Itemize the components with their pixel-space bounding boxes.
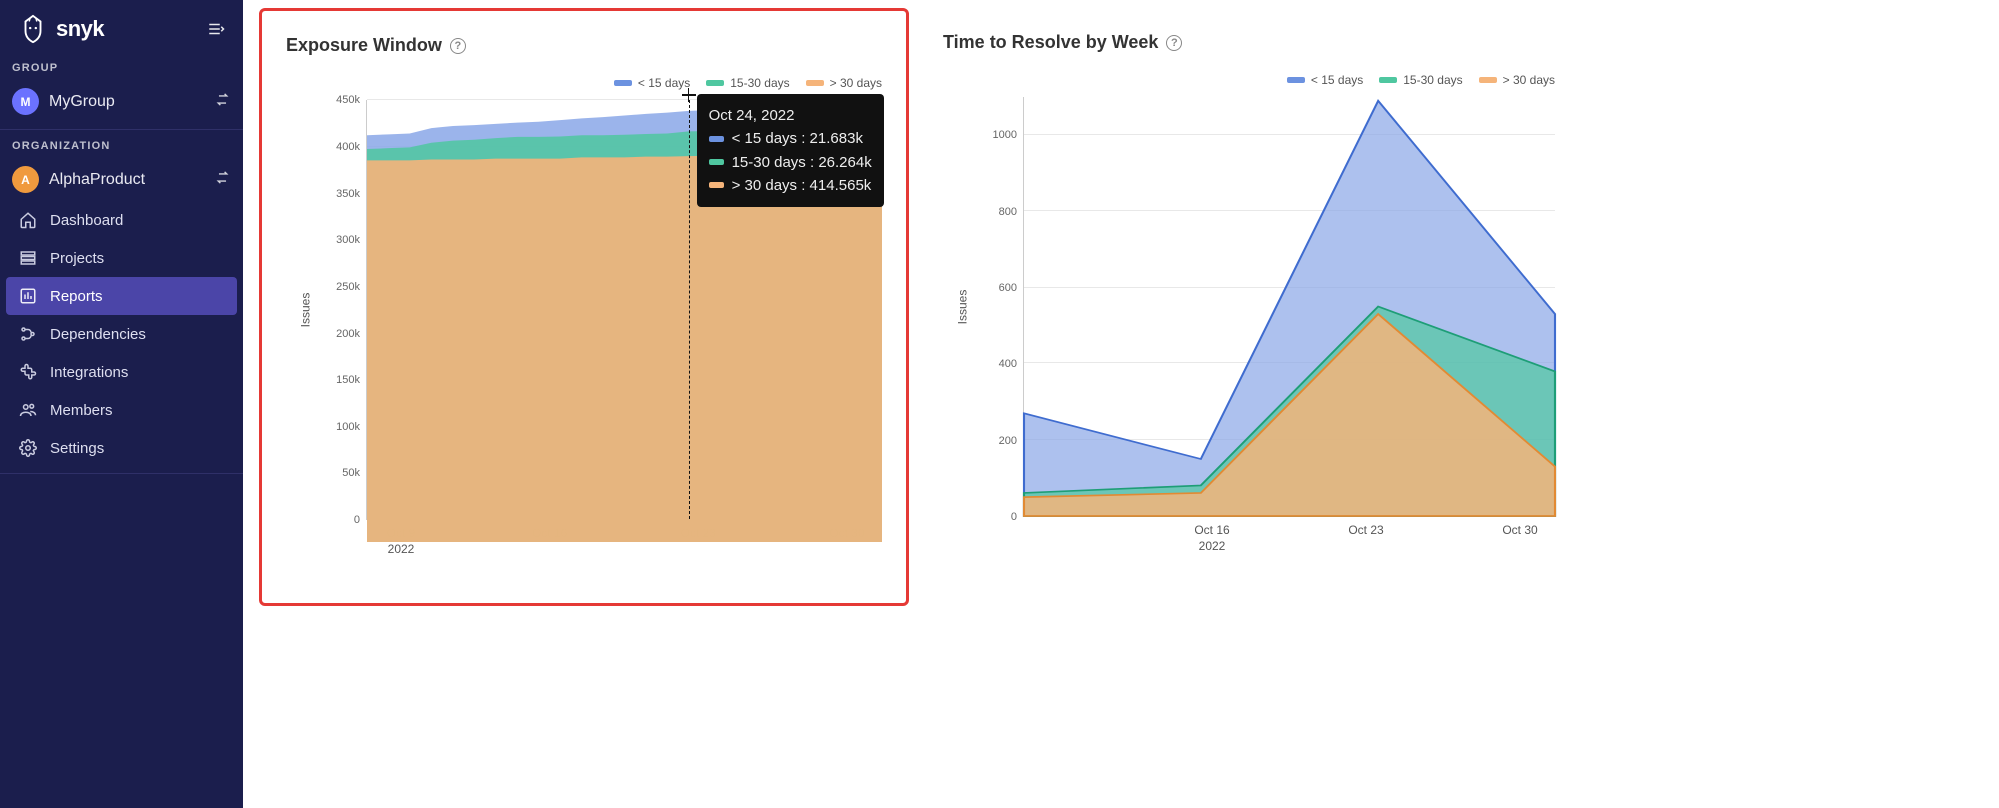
ytick: 100k xyxy=(336,421,360,433)
swap-org-icon[interactable] xyxy=(214,169,231,191)
nav-settings[interactable]: Settings xyxy=(6,429,237,467)
chart-hover-line xyxy=(689,100,690,519)
ytick: 800 xyxy=(999,206,1017,218)
exposure-title: Exposure Window xyxy=(286,35,442,56)
main-content: Exposure Window ? < 15 days 15-30 days >… xyxy=(243,0,1999,808)
xtick: Oct 16 2022 xyxy=(1177,523,1247,554)
brand[interactable]: snyk xyxy=(18,14,104,44)
tooltip-series: > 30 days : 414.565k xyxy=(732,174,872,197)
exposure-window-panel: Exposure Window ? < 15 days 15-30 days >… xyxy=(259,8,909,606)
nav-label: Dashboard xyxy=(50,212,123,229)
org-name: AlphaProduct xyxy=(49,171,145,189)
resolve-title: Time to Resolve by Week xyxy=(943,32,1158,53)
nav-reports[interactable]: Reports xyxy=(6,277,237,315)
ytick: 450k xyxy=(336,94,360,106)
exposure-legend: < 15 days 15-30 days > 30 days xyxy=(286,76,882,90)
legend-item[interactable]: < 15 days xyxy=(1287,73,1363,87)
ytick: 350k xyxy=(336,188,360,200)
gear-icon xyxy=(18,438,38,458)
legend-item[interactable]: 15-30 days xyxy=(1379,73,1462,87)
chart-tooltip: Oct 24, 2022 < 15 days : 21.683k 15-30 d… xyxy=(697,94,884,207)
tooltip-series: 15-30 days : 26.264k xyxy=(732,151,872,174)
ytick: 400 xyxy=(999,358,1017,370)
reports-icon xyxy=(18,286,38,306)
ytick: 600 xyxy=(999,282,1017,294)
exposure-chart[interactable]: Issues 0 50k 100k 150k 200k 250k 300k 35… xyxy=(336,100,882,520)
org-switcher[interactable]: A AlphaProduct xyxy=(0,158,243,201)
help-icon[interactable]: ? xyxy=(1166,35,1182,51)
xtick: Oct 23 xyxy=(1331,523,1401,554)
ytick: 0 xyxy=(1011,511,1017,523)
dependencies-icon xyxy=(18,324,38,344)
nav-label: Settings xyxy=(50,440,104,457)
ytick: 200 xyxy=(999,435,1017,447)
legend-item[interactable]: > 30 days xyxy=(806,76,882,90)
swap-group-icon[interactable] xyxy=(214,91,231,113)
nav-label: Members xyxy=(50,402,113,419)
integrations-icon xyxy=(18,362,38,382)
dashboard-icon xyxy=(18,210,38,230)
ytick: 250k xyxy=(336,281,360,293)
y-axis-label: Issues xyxy=(298,293,312,328)
nav-label: Integrations xyxy=(50,364,128,381)
nav-dashboard[interactable]: Dashboard xyxy=(6,201,237,239)
ytick: 300k xyxy=(336,234,360,246)
nav-integrations[interactable]: Integrations xyxy=(6,353,237,391)
tooltip-series: < 15 days : 21.683k xyxy=(732,127,863,150)
ytick: 400k xyxy=(336,141,360,153)
nav-projects[interactable]: Projects xyxy=(6,239,237,277)
members-icon xyxy=(18,400,38,420)
nav-dependencies[interactable]: Dependencies xyxy=(6,315,237,353)
resolve-legend: < 15 days 15-30 days > 30 days xyxy=(943,73,1555,87)
legend-item[interactable]: > 30 days xyxy=(1479,73,1555,87)
nav-label: Reports xyxy=(50,288,103,305)
snyk-logo-icon xyxy=(18,14,48,44)
resolve-xaxis: . Oct 16 2022 Oct 23 Oct 30 xyxy=(1023,523,1555,554)
group-avatar: M xyxy=(12,88,39,115)
brand-name: snyk xyxy=(56,16,104,42)
resolve-chart[interactable]: Issues 0 200 400 600 800 1000 xyxy=(993,97,1555,517)
group-name: MyGroup xyxy=(49,93,115,111)
help-icon[interactable]: ? xyxy=(450,38,466,54)
legend-item[interactable]: < 15 days xyxy=(614,76,690,90)
xtick: Oct 30 xyxy=(1485,523,1555,554)
nav-label: Dependencies xyxy=(50,326,146,343)
collapse-sidebar-icon[interactable] xyxy=(207,20,225,38)
nav: Dashboard Projects Reports Dependencies … xyxy=(0,201,243,467)
time-to-resolve-panel: Time to Resolve by Week ? < 15 days 15-3… xyxy=(919,8,1579,606)
projects-icon xyxy=(18,248,38,268)
org-avatar: A xyxy=(12,166,39,193)
y-axis-label: Issues xyxy=(955,290,969,325)
sidebar: snyk GROUP M MyGroup ORGANIZATION A Alph… xyxy=(0,0,243,808)
legend-item[interactable]: 15-30 days xyxy=(706,76,789,90)
tooltip-date: Oct 24, 2022 xyxy=(709,104,872,127)
ytick: 0 xyxy=(354,514,360,526)
org-section-label: ORGANIZATION xyxy=(0,140,243,158)
resolve-area-svg xyxy=(1024,97,1555,516)
ytick: 50k xyxy=(342,467,360,479)
group-switcher[interactable]: M MyGroup xyxy=(0,80,243,123)
nav-members[interactable]: Members xyxy=(6,391,237,429)
ytick: 150k xyxy=(336,374,360,386)
nav-label: Projects xyxy=(50,250,104,267)
ytick: 1000 xyxy=(993,129,1017,141)
group-section-label: GROUP xyxy=(0,62,243,80)
ytick: 200k xyxy=(336,328,360,340)
